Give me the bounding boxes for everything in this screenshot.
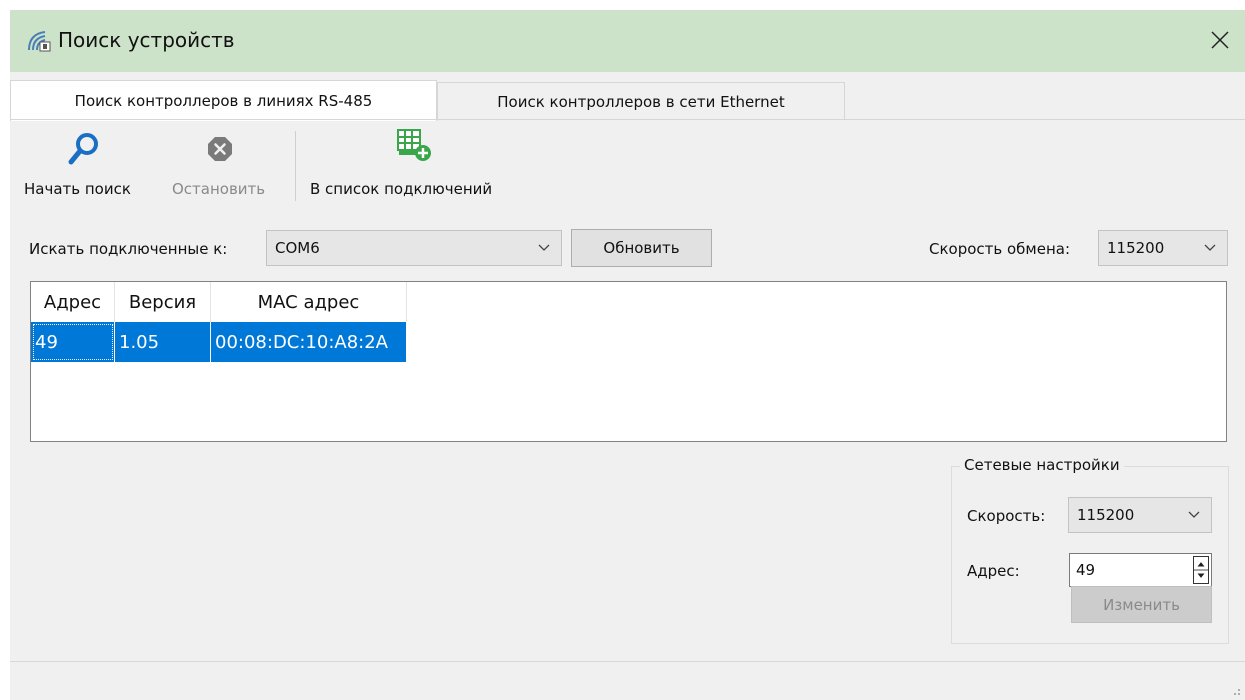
chevron-down-icon (1204, 244, 1216, 251)
window-title: Поиск устройств (58, 28, 235, 52)
resize-grip-icon[interactable] (1229, 684, 1241, 696)
chevron-down-icon (1188, 511, 1200, 518)
add-to-connections-button[interactable]: В список подключений (300, 128, 540, 210)
column-header-address[interactable]: Адрес (31, 282, 115, 322)
refresh-label: Обновить (603, 239, 680, 257)
exchange-speed-value: 115200 (1107, 239, 1165, 257)
column-header-version[interactable]: Версия (115, 282, 211, 322)
port-label: Искать подключенные к: (29, 240, 228, 258)
network-speed-select[interactable]: 115200 (1068, 497, 1212, 533)
add-connection-icon (397, 129, 431, 161)
cell-version: 1.05 (115, 322, 211, 362)
network-address-label: Адрес: (967, 562, 1020, 580)
devices-table[interactable]: Адрес Версия MAC адрес 49 1.05 00:08:DC:… (30, 281, 1227, 442)
close-button[interactable] (1203, 24, 1237, 56)
network-settings-title: Сетевые настройки (960, 456, 1124, 474)
start-search-label: Начать поиск (24, 180, 131, 198)
toolbar-separator (295, 131, 296, 201)
tab-ethernet[interactable]: Поиск контроллеров в сети Ethernet (437, 82, 845, 120)
search-icon (68, 133, 98, 165)
tab-rs485[interactable]: Поиск контроллеров в линиях RS-485 (10, 80, 437, 121)
device-search-window: Поиск устройств Поиск контроллеров в лин… (10, 10, 1245, 700)
network-address-value: 49 (1076, 561, 1096, 579)
tab-ethernet-label: Поиск контроллеров в сети Ethernet (497, 92, 785, 111)
exchange-speed-select[interactable]: 115200 (1098, 230, 1228, 266)
add-to-connections-label: В список подключений (310, 180, 493, 198)
apply-network-label: Изменить (1103, 595, 1180, 614)
close-icon (1211, 31, 1229, 49)
chevron-down-icon (538, 244, 550, 251)
network-address-spinbox[interactable]: 49 (1069, 553, 1212, 587)
stop-button[interactable]: Остановить (162, 128, 282, 210)
apply-network-button[interactable]: Изменить (1071, 586, 1212, 623)
port-select[interactable]: COM6 (266, 230, 562, 266)
start-search-button[interactable]: Начать поиск (12, 128, 162, 210)
title-bar[interactable]: Поиск устройств (10, 10, 1245, 72)
tab-rs485-label: Поиск контроллеров в линиях RS-485 (74, 92, 373, 110)
status-bar (10, 661, 1245, 700)
column-header-mac[interactable]: MAC адрес (211, 282, 407, 322)
tab-bar: Поиск контроллеров в линиях RS-485 Поиск… (10, 72, 1245, 121)
cell-address: 49 (31, 322, 115, 362)
cell-mac: 00:08:DC:10:A8:2A (211, 322, 407, 362)
network-speed-value: 115200 (1077, 506, 1135, 524)
port-select-value: COM6 (275, 239, 320, 257)
spin-arrows-icon[interactable] (1193, 556, 1209, 584)
exchange-speed-label: Скорость обмена: (929, 240, 1071, 258)
refresh-button[interactable]: Обновить (571, 229, 712, 267)
tab-divider (10, 119, 1245, 120)
stop-icon (208, 137, 232, 161)
stop-label: Остановить (172, 180, 266, 198)
antenna-icon (28, 31, 51, 52)
network-speed-label: Скорость: (967, 507, 1046, 525)
